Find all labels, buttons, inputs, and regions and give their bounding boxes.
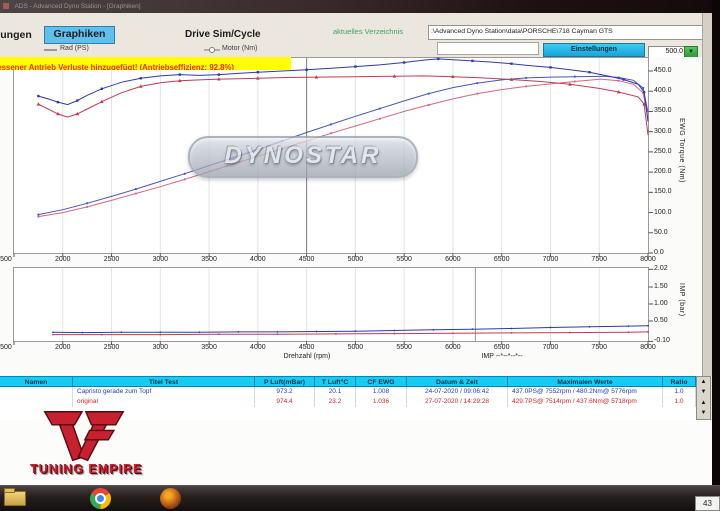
screen: ADS - Advanced Dyno Station - [Graphiken… <box>0 0 720 511</box>
dynostar-watermark: DYNOSTAR <box>188 136 418 178</box>
taskbar-badge: 43 <box>695 496 720 511</box>
dynostar-watermark-text: DYNOSTAR <box>225 142 382 169</box>
notice-banner: Gemessener Antrieb Verluste hinzugefügt!… <box>0 57 291 70</box>
tuning-empire-emblem <box>28 408 138 466</box>
notice-text: Gemessener Antrieb Verluste hinzugefügt!… <box>0 61 234 70</box>
